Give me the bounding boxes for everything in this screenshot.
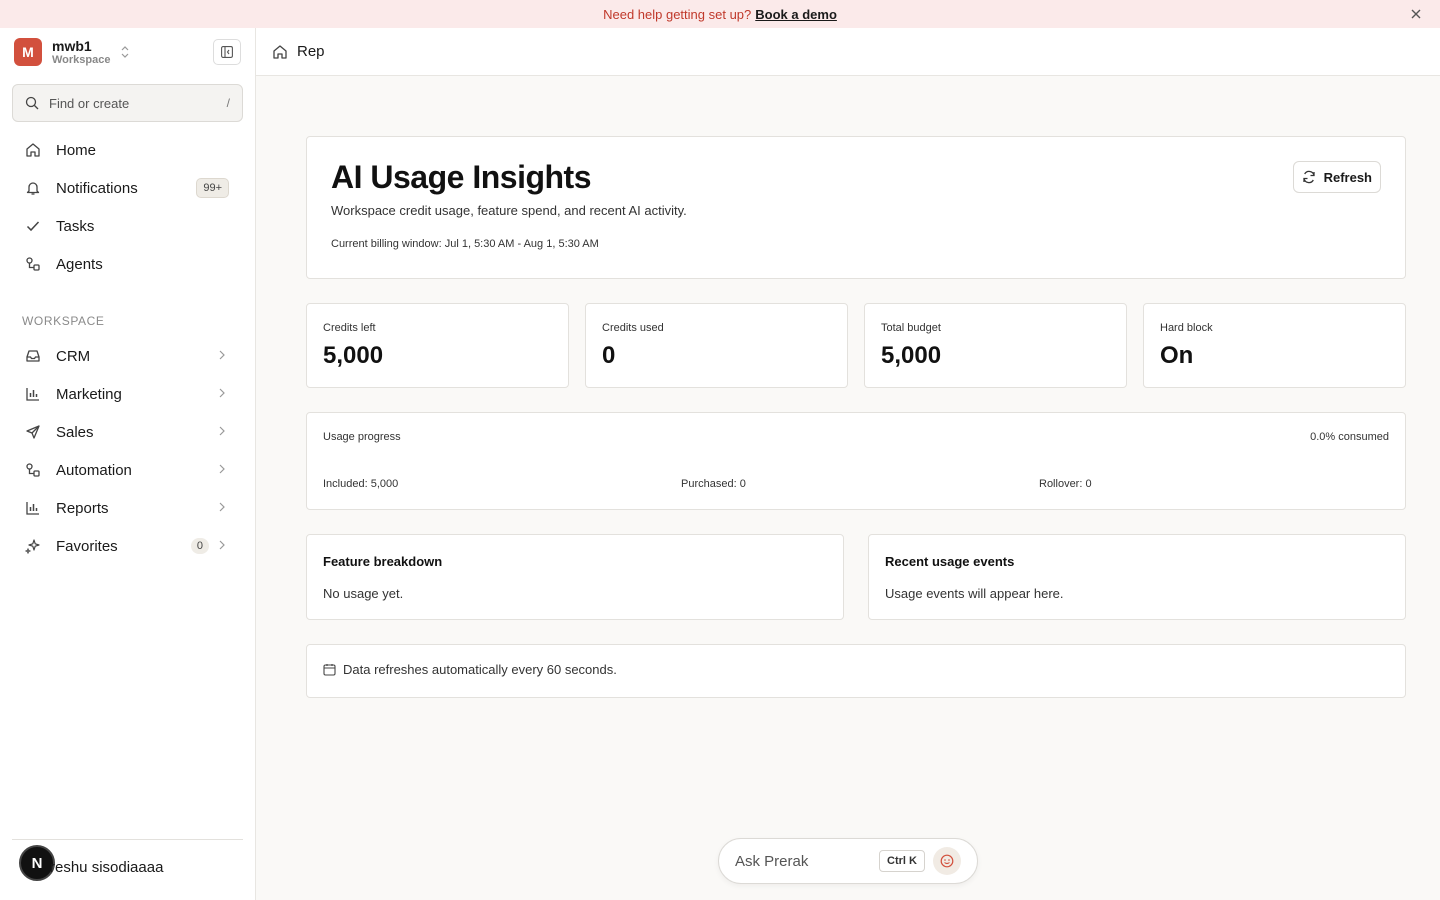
chevron-right-icon xyxy=(219,425,225,439)
sidebar-item-label: Agents xyxy=(56,255,103,273)
workspace-avatar: M xyxy=(14,38,42,66)
usage-consumed-percent: 0.0% consumed xyxy=(1310,431,1389,443)
sidebar-item-marketing[interactable]: Marketing xyxy=(12,377,243,411)
stat-label: Credits left xyxy=(323,322,376,334)
sidebar-item-agents[interactable]: Agents xyxy=(12,247,243,281)
agents-icon xyxy=(24,255,42,273)
send-icon xyxy=(24,423,42,441)
close-icon[interactable] xyxy=(1408,6,1424,22)
bar-chart-icon xyxy=(24,499,42,517)
check-icon xyxy=(24,217,42,235)
bar-chart-icon xyxy=(24,385,42,403)
sparkles-icon xyxy=(24,537,42,555)
ask-assistant-bar[interactable]: Ask Prerak Ctrl K xyxy=(718,838,978,884)
inbox-icon xyxy=(24,347,42,365)
rollover-credits: Rollover: 0 xyxy=(1039,478,1092,490)
usage-progress-bar xyxy=(323,465,1389,471)
refresh-icon xyxy=(1302,170,1316,184)
book-demo-link[interactable]: Book a demo xyxy=(755,7,837,22)
stat-label: Credits used xyxy=(602,322,664,334)
sidebar-item-notifications[interactable]: Notifications 99+ xyxy=(12,171,243,205)
sidebar-item-label: Home xyxy=(56,141,97,159)
setup-banner: Need help getting set up? Book a demo xyxy=(0,0,1440,28)
sidebar-item-favorites[interactable]: Favorites 0 xyxy=(12,529,243,563)
sidebar-item-home[interactable]: Home xyxy=(12,133,243,167)
insights-header-card: AI Usage Insights Workspace credit usage… xyxy=(306,136,1406,279)
included-credits: Included: 5,000 xyxy=(323,478,399,490)
find-or-create-search[interactable]: Find or create / xyxy=(12,84,243,122)
calendar-icon xyxy=(323,663,337,677)
sidebar-item-label: Notifications xyxy=(56,179,138,197)
stat-value: 0 xyxy=(602,342,616,369)
refresh-button[interactable]: Refresh xyxy=(1292,161,1381,193)
topbar: Rep xyxy=(256,28,1440,76)
workflow-icon xyxy=(24,461,42,479)
sidebar-item-tasks[interactable]: Tasks xyxy=(12,209,243,243)
bell-icon xyxy=(24,179,42,197)
ask-shortcut: Ctrl K xyxy=(879,850,925,872)
notifications-count-badge: 99+ xyxy=(196,178,229,198)
sidebar-item-label: CRM xyxy=(56,347,91,365)
stat-value: On xyxy=(1160,342,1194,369)
billing-window: Current billing window: Jul 1, 5:30 AM -… xyxy=(331,238,599,250)
collapse-sidebar-button[interactable] xyxy=(213,39,241,65)
card-empty-text: No usage yet. xyxy=(323,586,404,601)
chevron-right-icon xyxy=(219,349,225,363)
total-budget-card: Total budget 5,000 xyxy=(864,303,1127,388)
sidebar-item-label: Reports xyxy=(56,499,109,517)
search-shortcut: / xyxy=(226,96,230,110)
sidebar: M mwb1 Workspace Find or create / Home N… xyxy=(0,28,256,900)
search-icon xyxy=(25,96,39,110)
chevron-right-icon xyxy=(219,539,225,553)
sidebar-item-label: Automation xyxy=(56,461,132,479)
user-name: reshu sisodiaaaa xyxy=(50,859,164,876)
stat-label: Total budget xyxy=(881,322,941,334)
hard-block-card: Hard block On xyxy=(1143,303,1406,388)
favorites-count-badge: 0 xyxy=(190,538,209,554)
sidebar-item-reports[interactable]: Reports xyxy=(12,491,243,525)
sidebar-item-crm[interactable]: CRM xyxy=(12,339,243,373)
card-title: Feature breakdown xyxy=(323,554,443,569)
assistant-face-icon[interactable] xyxy=(933,847,961,875)
home-icon[interactable] xyxy=(272,44,288,60)
card-title: Recent usage events xyxy=(885,554,1015,569)
user-profile[interactable]: N reshu sisodiaaaa xyxy=(12,839,243,900)
credits-left-card: Credits left 5,000 xyxy=(306,303,569,388)
workspace-switcher[interactable]: M mwb1 Workspace xyxy=(14,38,244,66)
stat-value: 5,000 xyxy=(881,342,942,369)
workspace-section-label: WORKSPACE xyxy=(22,314,105,328)
refresh-label: Refresh xyxy=(1323,169,1372,185)
usage-progress-card: Usage progress 0.0% consumed Included: 5… xyxy=(306,412,1406,510)
page-title: AI Usage Insights xyxy=(331,159,592,195)
stat-label: Hard block xyxy=(1160,322,1213,334)
credits-used-card: Credits used 0 xyxy=(585,303,848,388)
page-subtitle: Workspace credit usage, feature spend, a… xyxy=(331,203,687,218)
sidebar-toggle-icon xyxy=(221,46,233,58)
stat-value: 5,000 xyxy=(323,342,384,369)
sidebar-item-automation[interactable]: Automation xyxy=(12,453,243,487)
sidebar-item-sales[interactable]: Sales xyxy=(12,415,243,449)
card-empty-text: Usage events will appear here. xyxy=(885,586,1064,601)
auto-refresh-text: Data refreshes automatically every 60 se… xyxy=(343,662,617,677)
banner-text: Need help getting set up? xyxy=(603,6,752,22)
sidebar-item-label: Favorites xyxy=(56,537,118,555)
search-placeholder: Find or create xyxy=(49,95,130,111)
usage-progress-label: Usage progress xyxy=(323,431,401,443)
home-icon xyxy=(24,141,42,159)
auto-refresh-note: Data refreshes automatically every 60 se… xyxy=(306,644,1406,698)
chevron-right-icon xyxy=(219,387,225,401)
breadcrumb[interactable]: Rep xyxy=(297,43,325,60)
workspace-name: mwb1 xyxy=(52,37,92,54)
chevron-updown-icon xyxy=(121,46,129,58)
sidebar-item-label: Marketing xyxy=(56,385,122,403)
recent-usage-events-card: Recent usage events Usage events will ap… xyxy=(868,534,1406,620)
sidebar-item-label: Sales xyxy=(56,423,94,441)
chevron-right-icon xyxy=(219,463,225,477)
ask-placeholder: Ask Prerak xyxy=(735,852,809,870)
feature-breakdown-card: Feature breakdown No usage yet. xyxy=(306,534,844,620)
purchased-credits: Purchased: 0 xyxy=(681,478,746,490)
chevron-right-icon xyxy=(219,501,225,515)
sidebar-item-label: Tasks xyxy=(56,217,95,235)
workspace-type: Workspace xyxy=(52,53,111,66)
